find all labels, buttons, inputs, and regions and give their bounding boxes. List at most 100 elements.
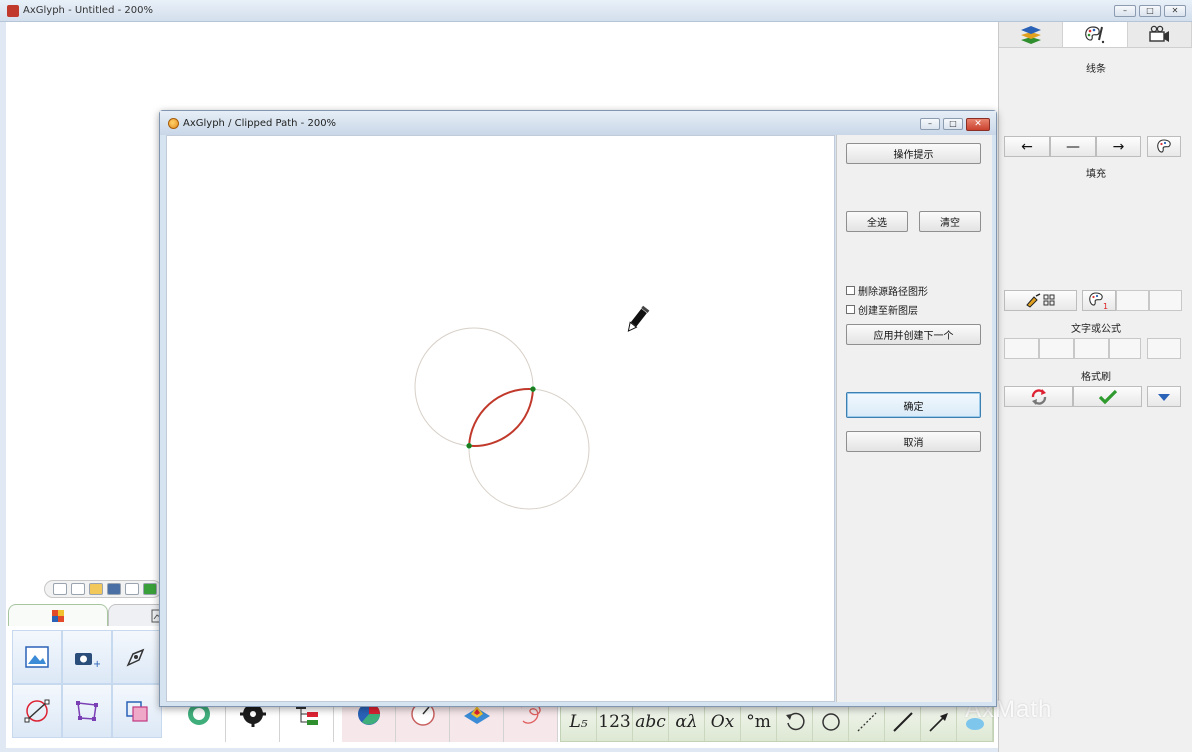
help-icon[interactable] — [143, 583, 157, 595]
palette-icon — [1157, 138, 1171, 153]
main-titlebar: AxGlyph - Untitled - 200% – □ ✕ — [0, 0, 1192, 22]
hint-button[interactable]: 操作提示 — [846, 143, 981, 164]
fill-slot[interactable] — [1116, 290, 1149, 311]
line-section-label: 线条 — [1086, 64, 1106, 75]
text-style-slot[interactable] — [1074, 338, 1109, 359]
new-layer-label: 创建至新图层 — [858, 306, 918, 317]
delete-source-label: 删除源路径图形 — [858, 287, 928, 298]
transform-icon — [126, 701, 148, 722]
clipped-path-dialog: AxGlyph / Clipped Path - 200% – □ ✕ 操作提示… — [159, 110, 997, 707]
line-plain-button[interactable]: — — [1050, 136, 1096, 157]
dialog-close-button[interactable]: ✕ — [966, 118, 990, 131]
format-brush-label: 格式刷 — [1081, 372, 1111, 383]
text-style-slot[interactable] — [1039, 338, 1074, 359]
arrow-right-button[interactable]: → — [1096, 136, 1141, 157]
text-style-slot[interactable] — [1109, 338, 1141, 359]
tab-layers[interactable] — [999, 22, 1064, 48]
checkbox-box[interactable] — [846, 305, 855, 314]
dialog-app-icon — [168, 118, 179, 129]
rotate-ccw-icon — [785, 712, 805, 731]
text-style-slot[interactable] — [1004, 338, 1039, 359]
open-folder-icon[interactable] — [89, 583, 103, 595]
format-brush-reset-button[interactable] — [1004, 386, 1073, 407]
line-color-button[interactable] — [1147, 136, 1181, 157]
math-axis-button[interactable]: Ox — [705, 703, 741, 741]
panel-tabs — [999, 22, 1192, 48]
dashed-line-button[interactable] — [849, 703, 885, 741]
close-button[interactable]: ✕ — [1164, 5, 1186, 17]
clipped-path[interactable] — [468, 388, 534, 447]
format-brush-dropdown-button[interactable] — [1147, 386, 1181, 407]
dialog-title: AxGlyph / Clipped Path - 200% — [183, 118, 337, 129]
checkmark-icon — [1098, 389, 1117, 404]
line-icon — [892, 712, 913, 732]
group-transform-button[interactable] — [112, 684, 162, 738]
dialog-window-controls: – □ ✕ — [920, 118, 990, 131]
text-style-slot[interactable] — [1147, 338, 1181, 359]
pen-tool-button[interactable] — [112, 630, 162, 684]
math-number-button[interactable]: 123 — [597, 703, 633, 741]
math-text-button[interactable]: abc — [633, 703, 669, 741]
fill-color-button[interactable]: 1 — [1082, 290, 1116, 311]
right-property-panel: 线条 ← — → 填充 1 文字或公式 格式刷 — [998, 22, 1192, 752]
dialog-minimize-button[interactable]: – — [920, 118, 940, 130]
maximize-button[interactable]: □ — [1139, 5, 1161, 17]
path-node[interactable] — [530, 386, 536, 392]
node-edit-button[interactable] — [12, 684, 62, 738]
circle-arrow-icon — [821, 713, 840, 731]
fill-pattern-button[interactable] — [1004, 290, 1077, 311]
dialog-titlebar: AxGlyph / Clipped Path - 200% – □ ✕ — [160, 111, 996, 135]
camera-plus-icon: + — [75, 653, 100, 668]
arrow-icon — [928, 713, 948, 732]
new-layer-checkbox[interactable]: 创建至新图层 — [846, 302, 918, 317]
path-node[interactable] — [466, 443, 472, 449]
new-file-icon[interactable] — [71, 583, 85, 595]
insert-image-button[interactable] — [12, 630, 62, 684]
math-greek-button[interactable]: αλ — [669, 703, 705, 741]
minimize-button[interactable]: – — [1114, 5, 1136, 17]
select-all-button[interactable]: 全选 — [846, 211, 908, 232]
screenshot-button[interactable]: + — [62, 630, 112, 684]
circle-tool-button[interactable] — [813, 703, 849, 741]
dialog-maximize-button[interactable]: □ — [943, 118, 963, 130]
pen-nib-icon — [126, 648, 145, 667]
tab-graphics[interactable] — [8, 604, 108, 626]
fill-slot[interactable] — [1149, 290, 1182, 311]
dialog-side-panel: 操作提示 全选 清空 删除源路径图形 创建至新图层 应用并创建下一个 确定 取消 — [836, 135, 992, 702]
chevron-down-icon — [1158, 393, 1170, 401]
pencil-cursor-icon — [627, 305, 650, 332]
palette-icon: 1 — [1089, 291, 1108, 310]
layers-icon — [1020, 25, 1041, 44]
refresh-icon — [1031, 388, 1046, 405]
math-unit-button[interactable]: °m — [741, 703, 777, 741]
menu-icon[interactable] — [53, 583, 67, 595]
image-icon — [25, 646, 49, 668]
graphics-tab-icon — [52, 609, 64, 622]
ok-button[interactable]: 确定 — [846, 392, 981, 418]
format-brush-apply-button[interactable] — [1073, 386, 1142, 407]
polygon-nodes-icon — [76, 701, 98, 721]
arrow-left-button[interactable]: ← — [1004, 136, 1050, 157]
tab-style[interactable] — [1063, 22, 1128, 48]
math-subscript-button[interactable]: L₅ — [561, 703, 597, 741]
bezier-icon — [24, 699, 50, 723]
clear-button[interactable]: 清空 — [919, 211, 981, 232]
delete-source-checkbox[interactable]: 删除源路径图形 — [846, 283, 928, 298]
line-tool-button[interactable] — [885, 703, 921, 741]
arrow-tool-button[interactable] — [921, 703, 957, 741]
apply-next-button[interactable]: 应用并创建下一个 — [846, 324, 981, 345]
clip-drawing — [414, 305, 650, 510]
text-formula-label: 文字或公式 — [1071, 324, 1121, 335]
fill-bucket-icon — [1025, 292, 1054, 308]
gear-icon[interactable] — [125, 583, 139, 595]
camera-icon — [1149, 25, 1170, 42]
palette-brush-icon — [1085, 25, 1105, 43]
rotate-ccw-button[interactable] — [777, 703, 813, 741]
clip-canvas[interactable] — [166, 135, 835, 702]
save-icon[interactable] — [107, 583, 121, 595]
polygon-select-button[interactable] — [62, 684, 112, 738]
checkbox-box[interactable] — [846, 286, 855, 295]
tab-camera[interactable] — [1127, 22, 1192, 48]
math-toolbar: L₅ 123 abc αλ Ox °m — [560, 702, 994, 742]
cancel-button[interactable]: 取消 — [846, 431, 981, 452]
